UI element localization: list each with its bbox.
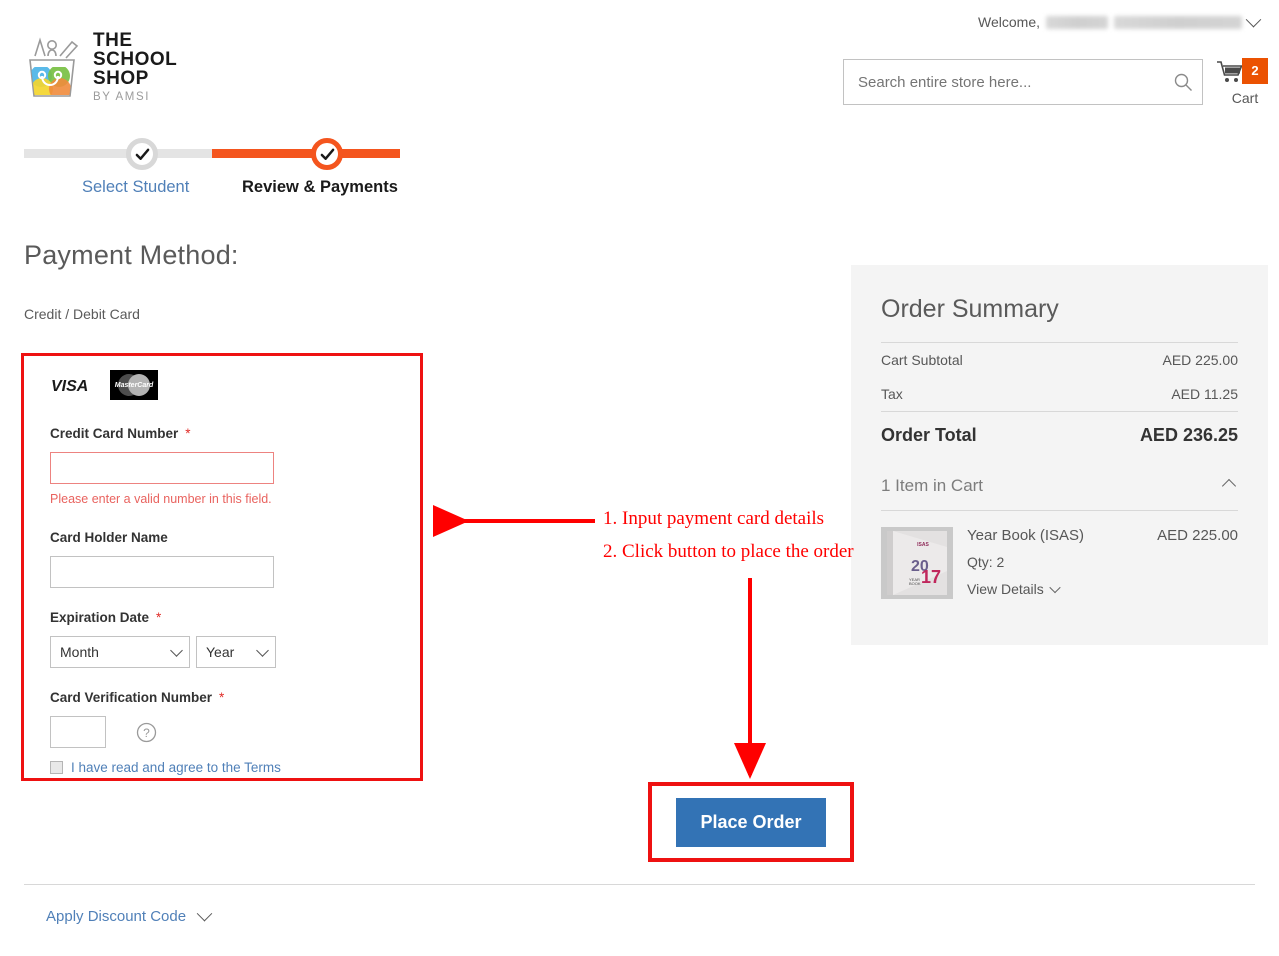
chevron-up-icon	[1221, 478, 1237, 494]
order-total-label: Order Total	[881, 425, 977, 445]
cart-item-name: Year Book (ISAS)	[967, 527, 1085, 544]
cart-item-qty: Qty: 2	[967, 554, 1005, 570]
place-order-highlight-box: Place Order	[648, 782, 854, 862]
page-title: Payment Method:	[24, 240, 239, 270]
annotation-note-1: 1. Input payment card details	[603, 508, 825, 529]
required-asterisk: *	[156, 610, 162, 625]
place-order-button[interactable]: Place Order	[676, 797, 826, 847]
svg-text:ISAS: ISAS	[917, 542, 929, 548]
view-details-toggle[interactable]: View Details	[967, 581, 1157, 597]
logo-line-3: SHOP	[93, 67, 149, 89]
apply-discount-code-label: Apply Discount Code	[46, 908, 187, 925]
card-holder-input[interactable]	[50, 556, 274, 588]
items-in-cart-toggle[interactable]: 1 Item in Cart	[881, 460, 1238, 510]
progress-label-select-student[interactable]: Select Student	[82, 178, 189, 197]
checkout-progress-bar: Select Student Review & Payments	[24, 138, 404, 208]
summary-label: Tax	[881, 386, 903, 402]
summary-value: AED 225.00	[1162, 352, 1239, 368]
svg-text:BOOK: BOOK	[909, 581, 921, 586]
welcome-menu[interactable]: Welcome, xxxxx xxxxxxxxxx	[978, 11, 1262, 30]
card-number-label: Credit Card Number *	[50, 426, 191, 441]
expiration-year-select[interactable]: Year	[196, 636, 276, 668]
svg-text:VISA: VISA	[51, 378, 88, 394]
payment-method-name: Credit / Debit Card	[24, 306, 140, 322]
year-book-cover-image: ISAS 20 17 YEAR BOOK	[881, 527, 953, 599]
progress-label-review-payments: Review & Payments	[242, 178, 398, 196]
logo-subtitle: BY AMSI	[93, 90, 151, 103]
required-asterisk: *	[219, 690, 225, 705]
welcome-user-firstname-redacted: xxxxx	[1046, 15, 1108, 29]
summary-row-tax: Tax AED 11.25	[881, 377, 1238, 411]
order-summary-title: Order Summary	[881, 295, 1059, 323]
logo-line-1: THE	[93, 29, 133, 51]
pencil-cup-logo-icon	[29, 37, 79, 97]
logo-wordmark: THE SCHOOL SHOP BY AMSI	[93, 31, 177, 104]
cart-item-details: Year Book (ISAS) Qty: 2 View Details	[953, 527, 1157, 599]
terms-checkbox[interactable]	[50, 761, 63, 774]
summary-value: AED 11.25	[1171, 386, 1238, 402]
site-logo[interactable]: THE SCHOOL SHOP BY AMSI	[22, 22, 182, 112]
annotation-note-2: 2. Click button to place the order	[603, 541, 854, 562]
cart-item-count-badge: 2	[1242, 58, 1268, 84]
credit-card-form-highlight-box: VISA MasterCard Credit Card Number * Plea…	[21, 353, 423, 781]
question-mark-icon[interactable]: ?	[136, 722, 157, 743]
search-icon	[1174, 73, 1192, 91]
progress-fill	[212, 149, 400, 158]
view-details-label: View Details	[967, 581, 1044, 597]
expiration-date-label: Expiration Date *	[50, 610, 162, 625]
progress-node-select-student[interactable]	[126, 138, 158, 170]
welcome-prefix: Welcome,	[978, 14, 1040, 30]
terms-row[interactable]: I have read and agree to the Terms	[50, 760, 281, 775]
items-in-cart-label: 1 Item in Cart	[881, 476, 984, 495]
search-input[interactable]	[843, 59, 1203, 105]
check-icon	[135, 148, 149, 160]
required-asterisk: *	[185, 426, 191, 441]
search-box	[843, 59, 1203, 105]
summary-label: Cart Subtotal	[881, 352, 963, 368]
chevron-down-icon	[1245, 11, 1262, 27]
card-number-error: Please enter a valid number in this fiel…	[50, 492, 272, 506]
order-total-value: AED 236.25	[1139, 425, 1238, 445]
summary-row-order-total: Order Total AED 236.25	[881, 412, 1238, 460]
terms-label[interactable]: I have read and agree to the Terms	[71, 760, 281, 775]
logo-line-2: SCHOOL	[93, 48, 178, 70]
accepted-card-logos: VISA MasterCard	[50, 370, 158, 400]
welcome-user-fullname-redacted: xxxxxxxxxx	[1114, 15, 1242, 29]
cart-link[interactable]: 2 Cart	[1216, 58, 1274, 106]
progress-node-review-payments[interactable]	[311, 138, 343, 170]
visa-logo-icon: VISA	[51, 378, 88, 394]
site-header: THE SCHOOL SHOP BY AMSI Welcome, xxxxx x…	[0, 0, 1279, 120]
svg-text:17: 17	[921, 567, 941, 587]
card-number-input[interactable]	[50, 452, 274, 484]
cvv-input[interactable]	[50, 716, 106, 748]
order-summary-panel: Order Summary Cart Subtotal AED 225.00 T…	[851, 265, 1268, 645]
cvv-label: Card Verification Number *	[50, 690, 225, 705]
search-button[interactable]	[1173, 72, 1193, 92]
check-icon	[320, 148, 334, 160]
cart-item-row: ISAS 20 17 YEAR BOOK Year Book (ISAS) Qt…	[881, 511, 1238, 599]
cart-icon-group: 2	[1216, 58, 1274, 88]
divider	[24, 884, 1255, 885]
svg-text:MasterCard: MasterCard	[115, 382, 154, 389]
cart-label: Cart	[1231, 90, 1259, 106]
chevron-down-icon	[196, 905, 213, 922]
product-thumbnail: ISAS 20 17 YEAR BOOK	[881, 527, 953, 599]
svg-text:?: ?	[143, 726, 150, 740]
apply-discount-code-toggle[interactable]: Apply Discount Code	[46, 905, 213, 925]
mastercard-logo-icon: MasterCard	[110, 370, 158, 400]
card-holder-label: Card Holder Name	[50, 530, 168, 545]
cart-item-price: AED 225.00	[1157, 527, 1238, 544]
summary-row-subtotal: Cart Subtotal AED 225.00	[881, 343, 1238, 377]
expiration-month-select[interactable]: Month	[50, 636, 190, 668]
chevron-down-icon	[1049, 581, 1061, 594]
